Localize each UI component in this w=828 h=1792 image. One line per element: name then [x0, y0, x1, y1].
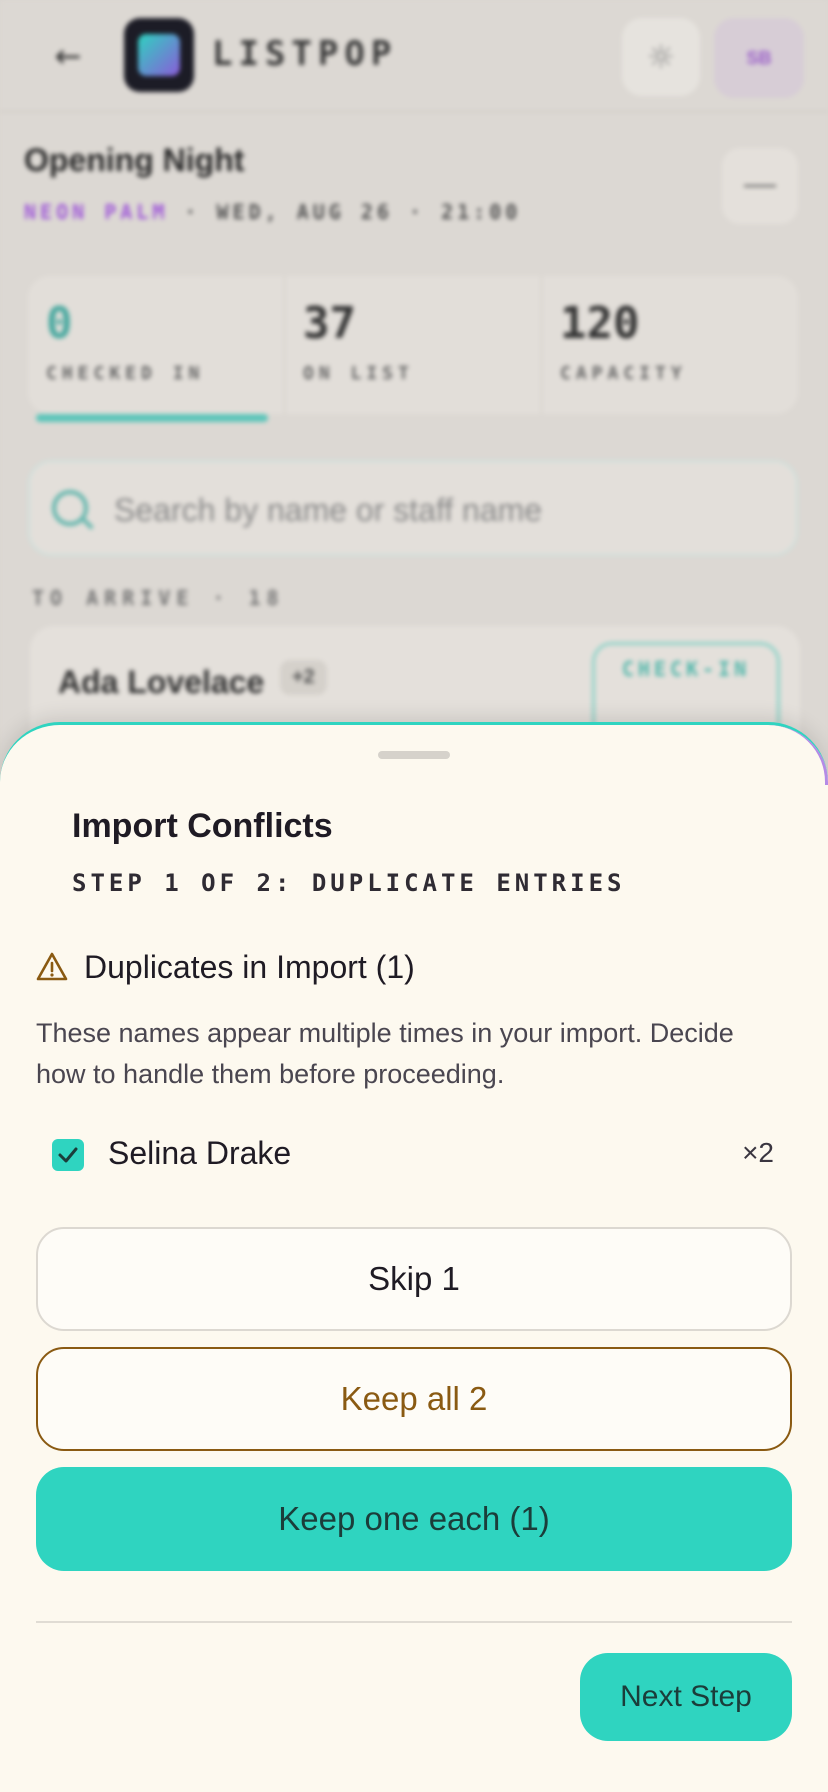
- stat-value: 120: [560, 298, 640, 349]
- stat-label: CAPACITY: [560, 363, 687, 384]
- checkmark-icon: [58, 1147, 78, 1163]
- search-icon: [52, 490, 88, 526]
- stat-label: ON LIST: [303, 363, 414, 384]
- stats-panel: 0 CHECKED IN 37 ON LIST 120 CAPACITY: [28, 276, 798, 414]
- stat-checked-in: 0 CHECKED IN: [28, 276, 285, 414]
- sheet-title: Import Conflicts: [72, 807, 333, 845]
- warning-title: Duplicates in Import (1): [84, 948, 415, 985]
- duplicate-entry-row[interactable]: Selina Drake ×2: [36, 1125, 790, 1185]
- duplicate-name: Selina Drake: [108, 1135, 292, 1171]
- stat-value: 0: [46, 298, 73, 349]
- avatar[interactable]: SB: [714, 18, 804, 98]
- keep-one-each-button[interactable]: Keep one each (1): [36, 1467, 792, 1571]
- event-title: Opening Night: [24, 142, 245, 178]
- warning-header: Duplicates in Import (1): [36, 947, 415, 987]
- theme-toggle-icon[interactable]: ☼: [622, 18, 700, 96]
- sheet-drag-handle[interactable]: [378, 751, 450, 759]
- app-logo: [124, 18, 194, 92]
- stat-on-list: 37 ON LIST: [285, 276, 542, 414]
- guest-name: Ada Lovelace: [58, 664, 265, 700]
- search-input[interactable]: Search by name or staff name: [28, 460, 798, 556]
- brand-name: LISTPOP: [212, 34, 398, 74]
- guest-plus-badge: +2: [280, 660, 327, 695]
- divider: [36, 1621, 792, 1623]
- import-conflicts-sheet: Import Conflicts STEP 1 OF 2: DUPLICATE …: [0, 722, 828, 1792]
- stat-label: CHECKED IN: [46, 363, 205, 384]
- duplicate-checkbox[interactable]: [52, 1139, 84, 1171]
- skip-button[interactable]: Skip 1: [36, 1227, 792, 1331]
- duplicate-count: ×2: [742, 1137, 774, 1168]
- description-text: These names appear multiple times in you…: [36, 1018, 734, 1089]
- event-meta: NEON PALM · WED, AUG 26 · 21:00: [24, 200, 521, 224]
- event-datetime: · WED, AUG 26 · 21:00: [168, 200, 522, 224]
- section-label: TO ARRIVE · 18: [32, 586, 285, 610]
- next-step-button[interactable]: Next Step: [580, 1653, 792, 1741]
- top-bar: ← LISTPOP ☼ SB: [0, 0, 828, 112]
- stat-capacity: 120 CAPACITY: [542, 276, 798, 414]
- warning-triangle-icon: [36, 952, 68, 981]
- sheet-step-subtitle: STEP 1 OF 2: DUPLICATE ENTRIES: [72, 869, 626, 897]
- event-venue: NEON PALM: [24, 200, 169, 224]
- checked-in-progress-bar: [36, 414, 268, 422]
- stat-value: 37: [303, 298, 356, 349]
- check-in-label: CHECK-IN: [621, 657, 751, 681]
- search-placeholder: Search by name or staff name: [114, 492, 543, 528]
- keep-all-button[interactable]: Keep all 2: [36, 1347, 792, 1451]
- more-options-button[interactable]: —: [722, 148, 798, 224]
- back-arrow-icon[interactable]: ←: [48, 36, 88, 76]
